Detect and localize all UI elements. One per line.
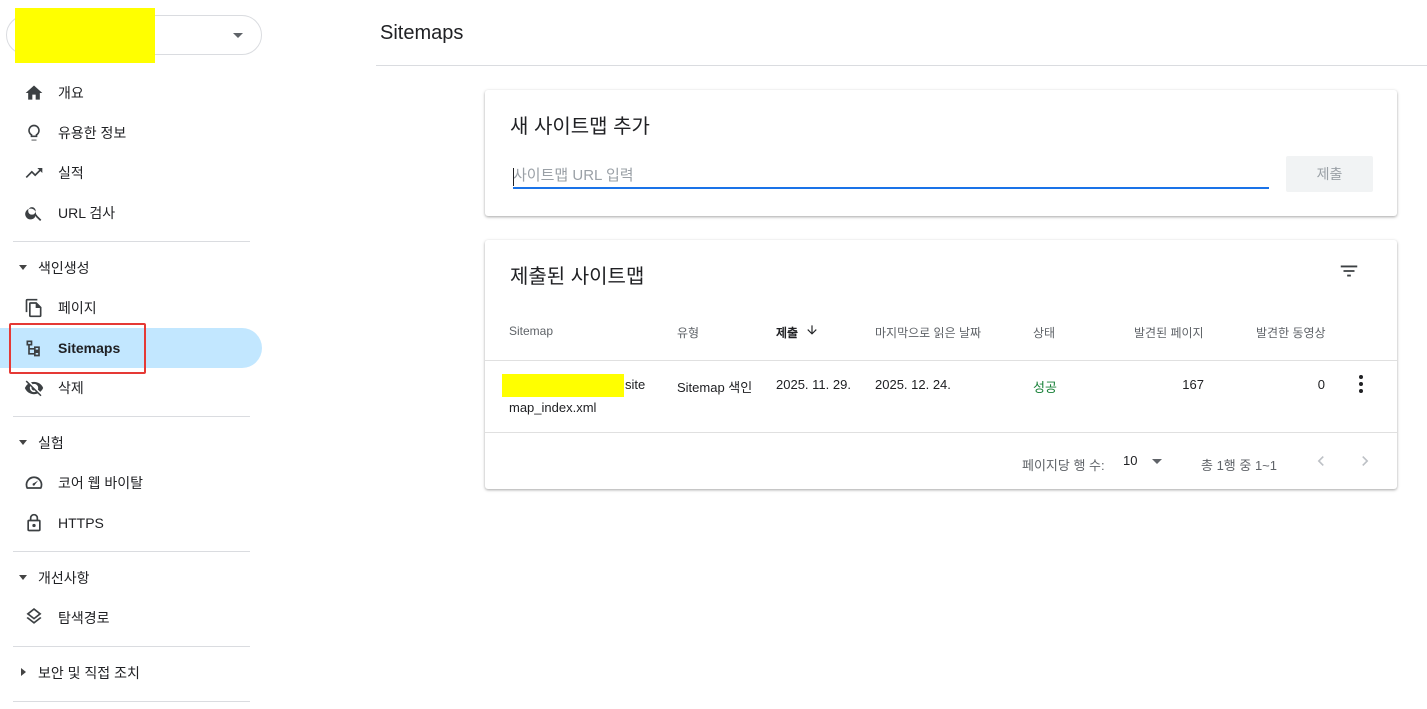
pagination-range: 총 1행 중 1~1	[1201, 458, 1277, 473]
sidebar-item-label: HTTPS	[58, 515, 104, 531]
more-vert-icon[interactable]	[1353, 374, 1369, 394]
sidebar-item-sitemaps[interactable]: Sitemaps	[0, 328, 262, 368]
section-indexing[interactable]: 색인생성	[0, 253, 250, 283]
sidebar-item-pages[interactable]: 페이지	[0, 288, 262, 328]
sidebar: 개요 유용한 정보 실적 URL 검사 색인생성 페이지 Sitemaps 삭제…	[0, 0, 262, 709]
submitted-sitemaps-card: 제출된 사이트맵 Sitemap 유형 제출 마지막으로 읽은 날짜 상태 발견…	[485, 240, 1397, 489]
rows-per-page-select[interactable]: 10	[1123, 452, 1171, 472]
visibility-off-icon	[24, 380, 44, 397]
sidebar-item-url-inspection[interactable]: URL 검사	[0, 193, 262, 233]
discovered-videos-count: 0	[1317, 377, 1325, 392]
rows-per-page-value: 10	[1123, 453, 1138, 468]
arrow-down-icon	[807, 325, 817, 335]
sidebar-item-core-web-vitals[interactable]: 코어 웹 바이탈	[0, 463, 262, 503]
sitemap-url-suffix[interactable]: site	[625, 377, 645, 392]
sidebar-item-performance[interactable]: 실적	[0, 153, 262, 193]
divider	[13, 646, 250, 647]
sidebar-item-label: Sitemaps	[58, 340, 121, 356]
discovered-pages-count: 167	[1182, 377, 1204, 392]
section-experience[interactable]: 실험	[0, 428, 250, 458]
lightbulb-icon	[28, 124, 40, 141]
chevron-down-icon	[233, 33, 243, 38]
pages-icon	[25, 298, 42, 318]
sitemap-url-input[interactable]	[513, 163, 1269, 189]
column-header-discovered-pages[interactable]: 발견된 페이지	[1134, 324, 1204, 341]
redacted-sitemap-url	[502, 374, 624, 397]
column-header-sitemap[interactable]: Sitemap	[509, 324, 553, 338]
card-title: 제출된 사이트맵	[510, 266, 645, 288]
row-divider	[485, 360, 1397, 361]
add-sitemap-card: 새 사이트맵 추가 제출	[485, 90, 1397, 216]
sidebar-item-overview[interactable]: 개요	[0, 73, 262, 113]
speed-icon	[25, 476, 43, 489]
layers-icon	[26, 608, 42, 624]
home-icon	[25, 85, 43, 100]
sidebar-item-breadcrumbs[interactable]: 탐색경로	[0, 598, 262, 638]
card-title: 새 사이트맵 추가	[510, 116, 650, 138]
lock-icon	[27, 513, 41, 532]
column-header-last-read[interactable]: 마지막으로 읽은 날짜	[875, 324, 981, 341]
section-security[interactable]: 보안 및 직접 조치	[0, 658, 250, 688]
caret-down-icon	[19, 440, 27, 445]
divider	[13, 416, 250, 417]
column-header-discovered-videos[interactable]: 발견한 동영상	[1256, 324, 1326, 341]
dropdown-arrow-icon	[1152, 459, 1162, 464]
section-title: 색인생성	[38, 260, 90, 276]
filter-icon[interactable]	[1338, 260, 1360, 282]
sitemap-url-line2[interactable]: map_index.xml	[509, 400, 596, 415]
sidebar-item-label: 코어 웹 바이탈	[58, 475, 144, 491]
page-title: Sitemaps	[380, 22, 464, 44]
sidebar-item-label: 개요	[58, 85, 84, 101]
divider	[13, 701, 250, 702]
sidebar-item-removals[interactable]: 삭제	[0, 368, 262, 408]
divider	[13, 551, 250, 552]
trending-up-icon	[25, 168, 43, 178]
chevron-right-icon[interactable]	[1355, 450, 1375, 472]
sidebar-item-label: 탐색경로	[58, 610, 110, 626]
submitted-date: 2025. 11. 29.	[776, 377, 851, 392]
section-title: 보안 및 직접 조치	[38, 665, 140, 681]
sitemap-type: Sitemap 색인	[677, 380, 753, 395]
submit-button[interactable]: 제출	[1286, 156, 1373, 192]
column-header-status[interactable]: 상태	[1033, 324, 1055, 341]
sidebar-item-label: 삭제	[58, 380, 84, 396]
column-header-label: 제출	[776, 326, 799, 340]
sidebar-item-label: 페이지	[58, 300, 97, 316]
divider	[13, 241, 250, 242]
last-read-date: 2025. 12. 24.	[875, 377, 951, 392]
caret-down-icon	[19, 265, 27, 270]
section-title: 실험	[38, 435, 64, 451]
column-header-submitted[interactable]: 제출	[776, 324, 817, 341]
search-icon	[25, 207, 42, 221]
property-selector[interactable]	[6, 8, 262, 63]
caret-down-icon	[19, 575, 27, 580]
sidebar-item-https[interactable]: HTTPS	[0, 503, 262, 543]
column-header-type[interactable]: 유형	[677, 324, 699, 341]
status-badge: 성공	[1033, 380, 1057, 395]
caret-right-icon	[21, 668, 26, 676]
sidebar-item-label: 유용한 정보	[58, 125, 127, 141]
sitemap-icon	[26, 340, 40, 357]
sidebar-item-label: 실적	[58, 165, 84, 181]
sidebar-item-insights[interactable]: 유용한 정보	[0, 113, 262, 153]
header-divider	[376, 65, 1427, 66]
sidebar-item-label: URL 검사	[58, 205, 116, 221]
rows-per-page-label: 페이지당 행 수:	[1022, 458, 1105, 473]
chevron-left-icon[interactable]	[1311, 450, 1331, 472]
section-enhancements[interactable]: 개선사항	[0, 563, 250, 593]
section-title: 개선사항	[38, 570, 90, 586]
redacted-property-name	[15, 8, 155, 63]
text-cursor	[513, 168, 514, 186]
row-divider	[485, 432, 1397, 433]
